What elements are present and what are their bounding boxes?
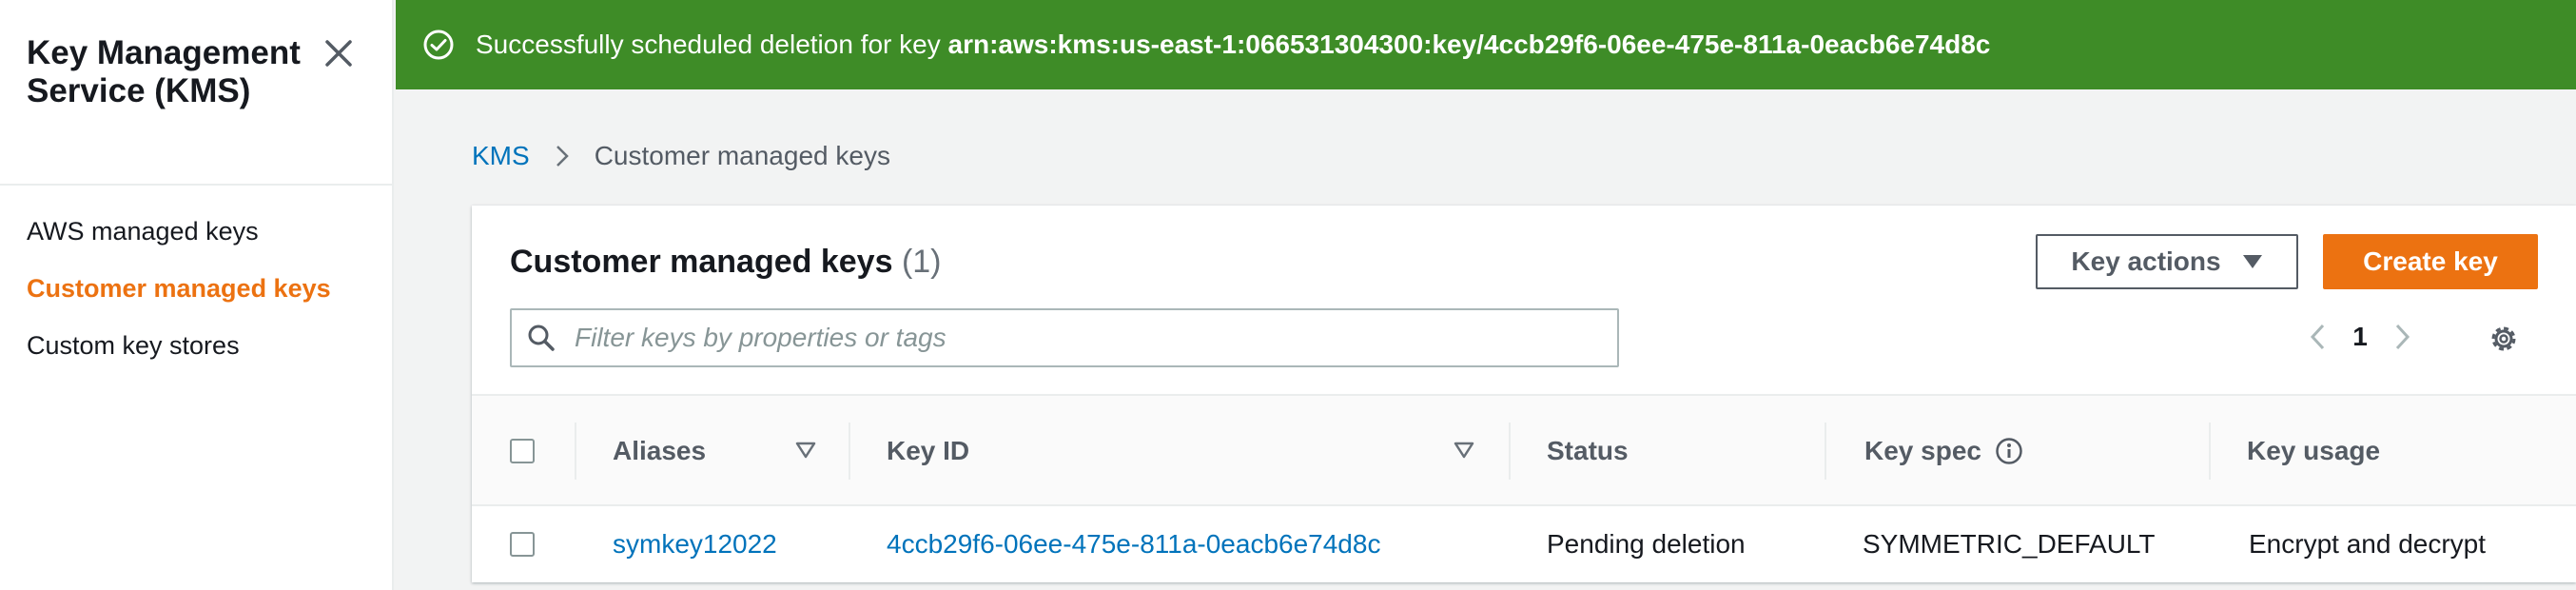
key-actions-label: Key actions bbox=[2071, 246, 2221, 276]
chevron-right-icon bbox=[2395, 324, 2410, 350]
sidebar-nav: AWS managed keys Customer managed keys C… bbox=[27, 215, 331, 386]
breadcrumb-current: Customer managed keys bbox=[594, 141, 890, 170]
column-header-aliases[interactable]: Aliases bbox=[613, 396, 706, 506]
column-header-key-spec[interactable]: Key spec bbox=[1864, 396, 2023, 506]
column-header-key-id[interactable]: Key ID bbox=[887, 396, 969, 506]
success-flash-banner: Successfully scheduled deletion for key … bbox=[396, 0, 2576, 89]
search-icon bbox=[527, 324, 556, 352]
sort-down-icon[interactable] bbox=[1454, 442, 1474, 459]
flash-key-arn: arn:aws:kms:us-east-1:066531304300:key/4… bbox=[947, 30, 1991, 59]
select-all-cell bbox=[510, 396, 535, 506]
column-divider bbox=[2209, 423, 2211, 480]
chevron-left-icon bbox=[2310, 324, 2325, 350]
gear-icon bbox=[2491, 326, 2516, 351]
chevron-right-icon bbox=[555, 144, 570, 168]
column-divider bbox=[575, 423, 576, 480]
search-input[interactable] bbox=[573, 322, 1604, 354]
breadcrumb: KMS Customer managed keys bbox=[472, 141, 890, 171]
close-sidebar-button[interactable] bbox=[320, 34, 358, 72]
sidebar-item-customer-managed-keys[interactable]: Customer managed keys bbox=[27, 272, 331, 305]
next-page-button[interactable] bbox=[2384, 314, 2422, 360]
info-icon[interactable] bbox=[1995, 437, 2023, 465]
table-row: symkey12022 4ccb29f6-06ee-475e-811a-0eac… bbox=[472, 506, 2576, 582]
sidebar-item-custom-key-stores[interactable]: Custom key stores bbox=[27, 329, 331, 362]
column-divider bbox=[849, 423, 850, 480]
create-key-button[interactable]: Create key bbox=[2323, 234, 2538, 289]
page-number[interactable]: 1 bbox=[2336, 322, 2384, 352]
previous-page-button[interactable] bbox=[2298, 314, 2336, 360]
table-header: Aliases Key ID Status Key spec Key usage bbox=[472, 394, 2576, 506]
alias-link-text[interactable]: symkey12022 bbox=[613, 529, 777, 560]
key-id-link-text[interactable]: 4ccb29f6-06ee-475e-811a-0eacb6e74d8c bbox=[887, 529, 1380, 560]
column-divider bbox=[1509, 423, 1511, 480]
key-id-link: 4ccb29f6-06ee-475e-811a-0eacb6e74d8c bbox=[887, 506, 1380, 582]
panel-key-count: (1) bbox=[901, 244, 942, 280]
sidebar-item-aws-managed-keys[interactable]: AWS managed keys bbox=[27, 215, 331, 247]
caret-down-icon bbox=[2242, 254, 2263, 269]
flash-message: Successfully scheduled deletion for key … bbox=[476, 30, 1990, 60]
select-all-checkbox[interactable] bbox=[510, 439, 535, 463]
pagination: 1 bbox=[2298, 314, 2422, 360]
close-icon bbox=[325, 40, 352, 67]
column-divider bbox=[1825, 423, 1826, 480]
flash-message-text: Successfully scheduled deletion for key bbox=[476, 30, 941, 59]
sort-down-icon[interactable] bbox=[795, 442, 816, 459]
key-usage-cell: Encrypt and decrypt bbox=[2249, 529, 2487, 559]
column-header-key-usage[interactable]: Key usage bbox=[2247, 396, 2380, 506]
sidebar: Key Management Service (KMS) AWS managed… bbox=[0, 0, 394, 590]
sidebar-title: Key Management Service (KMS) bbox=[27, 34, 301, 109]
panel-title-text: Customer managed keys bbox=[510, 244, 893, 280]
row-checkbox[interactable] bbox=[510, 532, 535, 557]
column-header-status[interactable]: Status bbox=[1547, 396, 1629, 506]
panel-title: Customer managed keys (1) bbox=[510, 244, 942, 281]
breadcrumb-kms-link[interactable]: KMS bbox=[472, 141, 530, 171]
success-check-icon bbox=[422, 29, 455, 61]
row-select-cell bbox=[510, 506, 535, 582]
key-spec-label: Key spec bbox=[1864, 436, 1981, 465]
table-settings-button[interactable] bbox=[2483, 318, 2525, 360]
status-cell: Pending deletion bbox=[1547, 529, 1746, 559]
sidebar-divider bbox=[0, 184, 392, 186]
alias-link: symkey12022 bbox=[613, 506, 777, 582]
keys-table-panel: Customer managed keys (1) Key actions Cr… bbox=[472, 206, 2576, 582]
search-field[interactable] bbox=[510, 308, 1619, 367]
key-actions-dropdown[interactable]: Key actions bbox=[2036, 234, 2298, 289]
key-spec-cell: SYMMETRIC_DEFAULT bbox=[1863, 529, 2156, 559]
